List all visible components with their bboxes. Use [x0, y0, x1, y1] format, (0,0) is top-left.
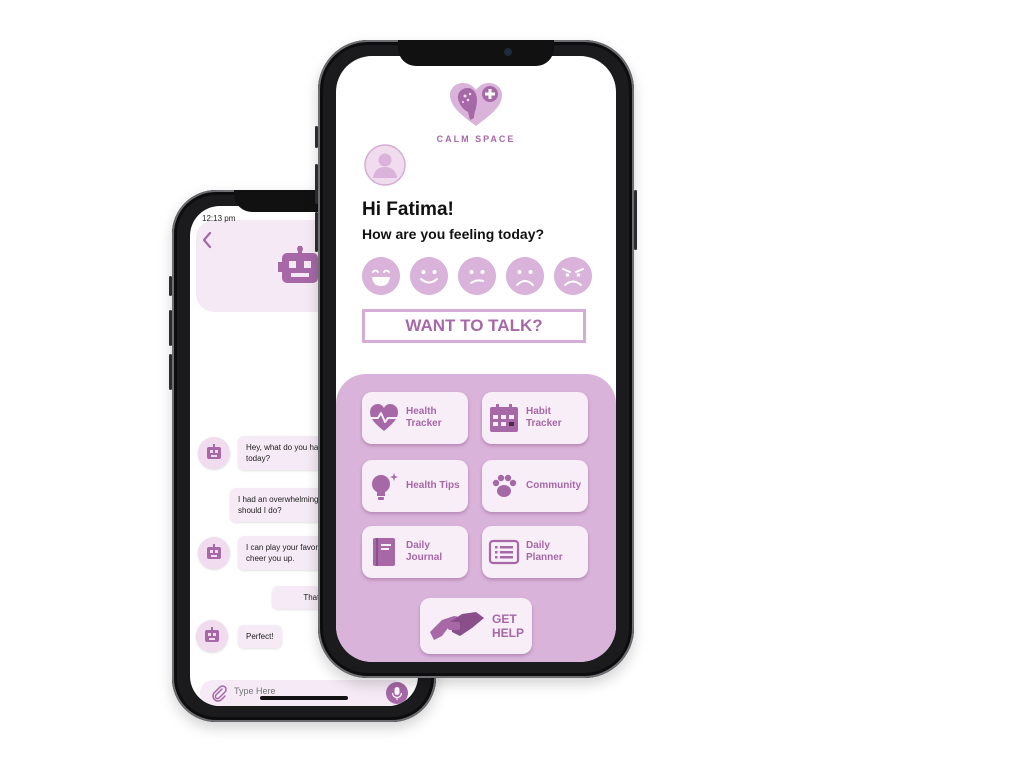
want-to-talk-button[interactable]: WANT TO TALK?: [362, 309, 586, 343]
bot-avatar: [196, 620, 228, 652]
get-help-label: GET HELP: [492, 612, 525, 640]
habit-tracker-tile[interactable]: Habit Tracker: [482, 392, 588, 444]
volume-down-button: [169, 354, 172, 390]
journal-icon: [373, 538, 395, 566]
paperclip-icon[interactable]: [210, 684, 228, 702]
chat-message-bot: Hey, what do you ha today?: [198, 436, 338, 470]
tile-label: Daily Planner: [526, 540, 563, 563]
silent-switch: [315, 126, 318, 148]
sad-icon[interactable]: [506, 257, 544, 295]
camera-icon: [504, 48, 512, 56]
silent-switch: [169, 276, 172, 296]
get-help-button[interactable]: GET HELP: [420, 598, 532, 654]
planner-list-icon: [488, 539, 520, 565]
status-time: 12:13 pm: [202, 214, 236, 223]
angry-icon[interactable]: [554, 257, 592, 295]
community-tile[interactable]: Community: [482, 460, 588, 512]
robot-icon: [205, 627, 219, 642]
home-indicator: [260, 696, 348, 700]
heart-pulse-icon: [370, 404, 398, 431]
robot-icon: [207, 444, 221, 459]
volume-up-button: [169, 310, 172, 346]
tile-label: Daily Journal: [406, 540, 443, 563]
chat-input-bar: [200, 680, 408, 706]
bot-avatar: [198, 537, 230, 569]
user-avatar-icon[interactable]: [364, 144, 406, 186]
robot-icon: [207, 544, 221, 559]
mood-selector: [362, 257, 592, 295]
robot-icon: [278, 246, 322, 283]
home-screen: CALM SPACE Hi Fatima! How are you feelin…: [336, 56, 616, 662]
tile-label: Health Tips: [406, 480, 460, 491]
greeting-heading: Hi Fatima!: [362, 199, 454, 220]
paw-icon: [492, 474, 517, 497]
mood-question: How are you feeling today?: [362, 226, 545, 242]
chevron-left-icon[interactable]: [200, 230, 214, 250]
brand-name: CALM SPACE: [436, 134, 516, 144]
mic-button[interactable]: [386, 682, 408, 704]
very-happy-icon[interactable]: [362, 257, 400, 295]
bot-avatar: [198, 437, 230, 469]
microphone-icon: [391, 687, 403, 700]
chat-message-bot: Perfect!: [196, 620, 282, 652]
message-bubble: Perfect!: [238, 624, 282, 648]
tile-label: Habit Tracker: [526, 406, 562, 429]
happy-icon[interactable]: [410, 257, 448, 295]
health-tracker-tile[interactable]: Health Tracker: [362, 392, 468, 444]
health-tips-tile[interactable]: Health Tips: [362, 460, 468, 512]
volume-down-button: [315, 212, 318, 252]
tile-label: Health Tracker: [406, 406, 442, 429]
tile-label: Community: [526, 480, 581, 491]
volume-up-button: [315, 164, 318, 204]
lightbulb-icon: [372, 473, 398, 500]
home-phone-frame: CALM SPACE Hi Fatima! How are you feelin…: [315, 40, 637, 678]
handshake-icon: [430, 612, 484, 640]
unsure-icon[interactable]: [458, 257, 496, 295]
calm-space-logo-icon: [450, 83, 502, 126]
power-button: [634, 190, 637, 250]
phone-notch: [398, 40, 554, 66]
daily-journal-tile[interactable]: Daily Journal: [362, 526, 468, 578]
daily-planner-tile[interactable]: Daily Planner: [482, 526, 588, 578]
chat-message-bot: I can play your favor cheer you up.: [198, 536, 338, 570]
calendar-icon: [490, 404, 518, 432]
